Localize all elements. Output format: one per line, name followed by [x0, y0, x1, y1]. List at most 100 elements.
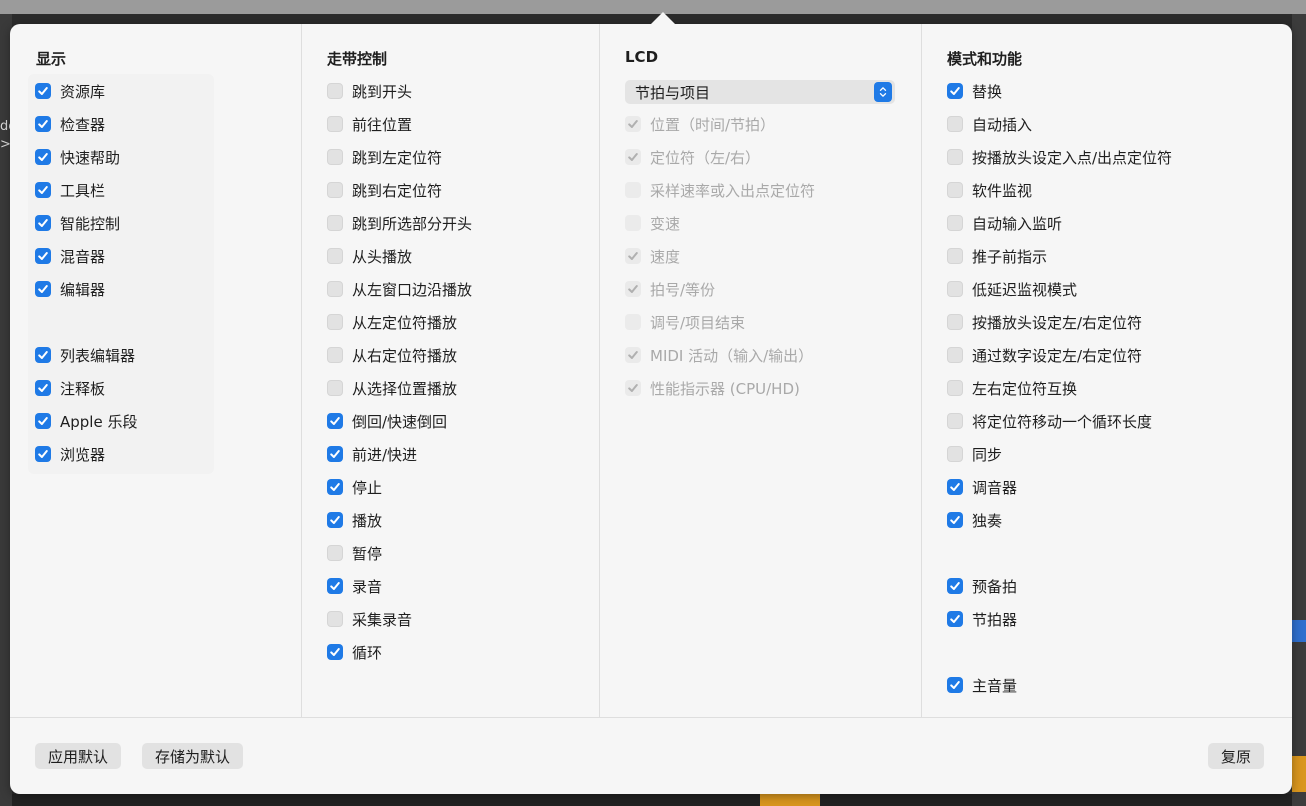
transport-checkbox[interactable]: [327, 446, 343, 462]
transport-checkbox[interactable]: [327, 116, 343, 132]
transport-checkbox[interactable]: [327, 611, 343, 627]
modes-checkbox[interactable]: [947, 215, 963, 231]
transport-option[interactable]: 从左窗口边沿播放: [327, 277, 472, 301]
modes-checkbox[interactable]: [947, 578, 963, 594]
revert-button[interactable]: 复原: [1208, 743, 1265, 769]
display-option-label: 资源库: [60, 82, 106, 101]
transport-checkbox[interactable]: [327, 512, 343, 528]
modes-checkbox[interactable]: [947, 347, 963, 363]
transport-option[interactable]: 采集录音: [327, 607, 412, 631]
transport-option[interactable]: 录音: [327, 574, 382, 598]
modes-checkbox[interactable]: [947, 281, 963, 297]
transport-option[interactable]: 从右定位符播放: [327, 343, 457, 367]
modes-option[interactable]: 调音器: [947, 475, 1017, 499]
modes-checkbox[interactable]: [947, 314, 963, 330]
display-checkbox[interactable]: [35, 149, 51, 165]
display-checkbox[interactable]: [35, 116, 51, 132]
display-option[interactable]: 智能控制: [35, 211, 120, 235]
display-checkbox[interactable]: [35, 281, 51, 297]
transport-checkbox[interactable]: [327, 578, 343, 594]
modes-checkbox[interactable]: [947, 677, 963, 693]
transport-option[interactable]: 从选择位置播放: [327, 376, 457, 400]
modes-checkbox[interactable]: [947, 512, 963, 528]
transport-checkbox[interactable]: [327, 380, 343, 396]
modes-option[interactable]: 主音量: [947, 673, 1017, 697]
transport-checkbox[interactable]: [327, 479, 343, 495]
transport-checkbox[interactable]: [327, 149, 343, 165]
transport-option[interactable]: 前往位置: [327, 112, 412, 136]
display-option[interactable]: 混音器: [35, 244, 105, 268]
display-option[interactable]: 工具栏: [35, 178, 105, 202]
transport-checkbox[interactable]: [327, 314, 343, 330]
modes-option[interactable]: 左右定位符互换: [947, 376, 1077, 400]
transport-checkbox[interactable]: [327, 413, 343, 429]
transport-checkbox[interactable]: [327, 182, 343, 198]
transport-option[interactable]: 跳到左定位符: [327, 145, 442, 169]
transport-option[interactable]: 倒回/快速倒回: [327, 409, 447, 433]
modes-option[interactable]: 独奏: [947, 508, 1002, 532]
transport-checkbox[interactable]: [327, 83, 343, 99]
transport-checkbox[interactable]: [327, 281, 343, 297]
transport-checkbox[interactable]: [327, 545, 343, 561]
transport-option[interactable]: 前进/快进: [327, 442, 417, 466]
modes-checkbox[interactable]: [947, 413, 963, 429]
modes-option[interactable]: 自动插入: [947, 112, 1032, 136]
transport-option[interactable]: 跳到开头: [327, 79, 412, 103]
modes-checkbox[interactable]: [947, 380, 963, 396]
transport-checkbox[interactable]: [327, 644, 343, 660]
display-option[interactable]: 浏览器: [35, 442, 105, 466]
modes-checkbox[interactable]: [947, 248, 963, 264]
checkmark-icon: [38, 417, 48, 425]
display-checkbox[interactable]: [35, 182, 51, 198]
modes-option[interactable]: 软件监视: [947, 178, 1032, 202]
modes-option[interactable]: 预备拍: [947, 574, 1017, 598]
modes-checkbox[interactable]: [947, 149, 963, 165]
modes-checkbox[interactable]: [947, 83, 963, 99]
modes-checkbox[interactable]: [947, 479, 963, 495]
display-checkbox[interactable]: [35, 83, 51, 99]
lcd-option: MIDI 活动（输入/输出）: [625, 343, 813, 367]
modes-option[interactable]: 按播放头设定左/右定位符: [947, 310, 1142, 334]
transport-checkbox[interactable]: [327, 248, 343, 264]
transport-option[interactable]: 从左定位符播放: [327, 310, 457, 334]
display-option[interactable]: 资源库: [35, 79, 105, 103]
modes-option[interactable]: 低延迟监视模式: [947, 277, 1077, 301]
display-option[interactable]: 列表编辑器: [35, 343, 135, 367]
modes-checkbox[interactable]: [947, 116, 963, 132]
display-option[interactable]: 注释板: [35, 376, 105, 400]
transport-option[interactable]: 播放: [327, 508, 382, 532]
modes-option[interactable]: 通过数字设定左/右定位符: [947, 343, 1142, 367]
modes-option[interactable]: 推子前指示: [947, 244, 1047, 268]
transport-option[interactable]: 停止: [327, 475, 382, 499]
lcd-mode-select[interactable]: 节拍与项目: [625, 80, 895, 104]
modes-checkbox[interactable]: [947, 446, 963, 462]
display-checkbox[interactable]: [35, 446, 51, 462]
modes-option[interactable]: 节拍器: [947, 607, 1017, 631]
display-option[interactable]: 检查器: [35, 112, 105, 136]
display-checkbox[interactable]: [35, 413, 51, 429]
display-option[interactable]: 快速帮助: [35, 145, 120, 169]
transport-option[interactable]: 暂停: [327, 541, 382, 565]
modes-option[interactable]: 按播放头设定入点/出点定位符: [947, 145, 1172, 169]
transport-option[interactable]: 跳到右定位符: [327, 178, 442, 202]
modes-option[interactable]: 自动输入监听: [947, 211, 1062, 235]
display-option[interactable]: Apple 乐段: [35, 409, 137, 433]
modes-checkbox[interactable]: [947, 182, 963, 198]
modes-option[interactable]: 将定位符移动一个循环长度: [947, 409, 1152, 433]
checkmark-icon: [330, 516, 340, 524]
display-checkbox[interactable]: [35, 380, 51, 396]
transport-option[interactable]: 跳到所选部分开头: [327, 211, 472, 235]
display-checkbox[interactable]: [35, 248, 51, 264]
save-as-default-button[interactable]: 存储为默认: [142, 743, 244, 769]
modes-checkbox[interactable]: [947, 611, 963, 627]
transport-checkbox[interactable]: [327, 347, 343, 363]
display-option[interactable]: 编辑器: [35, 277, 105, 301]
display-checkbox[interactable]: [35, 347, 51, 363]
transport-checkbox[interactable]: [327, 215, 343, 231]
transport-option[interactable]: 循环: [327, 640, 382, 664]
apply-default-button[interactable]: 应用默认: [35, 743, 122, 769]
display-checkbox[interactable]: [35, 215, 51, 231]
modes-option[interactable]: 同步: [947, 442, 1002, 466]
transport-option[interactable]: 从头播放: [327, 244, 412, 268]
modes-option[interactable]: 替换: [947, 79, 1002, 103]
